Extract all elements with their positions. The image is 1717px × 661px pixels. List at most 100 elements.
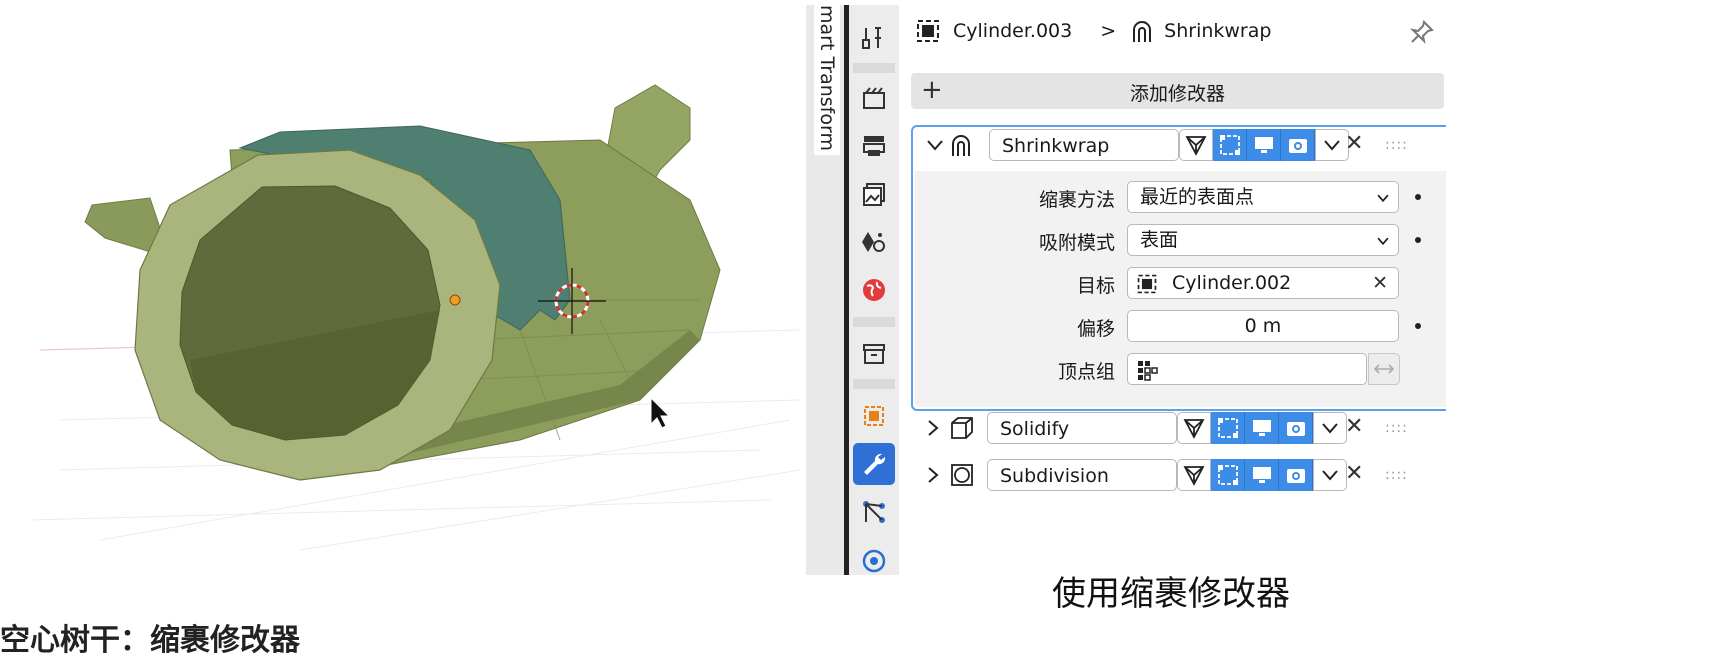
tab-separator (853, 379, 895, 389)
shrinkwrap-icon (952, 135, 970, 156)
object-origin (449, 294, 461, 306)
mesh-object-icon (917, 20, 939, 42)
chevron-down-icon (1377, 237, 1389, 246)
render-toggle[interactable] (1281, 129, 1315, 161)
edit-mode-toggle[interactable] (1211, 459, 1245, 491)
keyframe-dot[interactable] (1415, 237, 1421, 243)
add-modifier-button[interactable]: + 添加修改器 (911, 73, 1444, 109)
edit-mode-cage-toggle[interactable] (1177, 412, 1211, 444)
drag-handle-icon[interactable]: :::: (1385, 420, 1408, 436)
snap-mode-select[interactable]: 表面 (1127, 224, 1399, 256)
close-icon[interactable]: ✕ (1345, 414, 1363, 439)
keyframe-dot[interactable] (1415, 194, 1421, 200)
solidify-modifier-header: Solidify ✕ :::: (911, 410, 1444, 446)
chevron-down-icon (1322, 470, 1338, 481)
modifier-name-field[interactable]: Subdivision (987, 459, 1177, 491)
viewport-toggle[interactable] (1245, 412, 1279, 444)
render-toggle[interactable] (1279, 459, 1313, 491)
viewport-caption: 空心树干：缩裹修改器 (0, 623, 300, 658)
tab-scene[interactable] (853, 221, 895, 263)
tab-tool[interactable] (853, 17, 895, 59)
offset-label: 偏移 (1076, 318, 1115, 340)
subdivision-modifier-header: Subdivision ✕ :::: (911, 457, 1444, 493)
target-field[interactable]: Cylinder.002 ✕ (1127, 267, 1399, 299)
properties-editor: Cylinder.003 > Shrinkwrap + 添加修改器 Shrink… (899, 5, 1446, 575)
edit-mode-icon (1217, 465, 1238, 485)
viewport-scene (29, 84, 801, 551)
chevron-right-icon[interactable] (923, 465, 943, 485)
render-icon (863, 87, 885, 109)
modifier-wrench-icon (864, 453, 886, 475)
monitor-icon (1254, 137, 1273, 153)
viewport-toggle[interactable] (1245, 459, 1279, 491)
chevron-down-icon[interactable] (925, 135, 945, 155)
camera-icon (1286, 469, 1305, 483)
tab-separator (853, 317, 895, 327)
view-layer-icon (863, 183, 885, 206)
mesh-object-icon (1137, 274, 1157, 294)
tab-world[interactable] (853, 269, 895, 311)
render-toggle[interactable] (1279, 412, 1313, 444)
sidebar-n-panel: mart Transform (806, 5, 844, 575)
vertex-group-field[interactable] (1127, 353, 1367, 385)
tab-output[interactable] (853, 125, 895, 167)
tab-physics[interactable] (853, 539, 895, 581)
pin-icon[interactable] (1409, 19, 1435, 45)
edit-mode-cage-toggle[interactable] (1177, 459, 1211, 491)
modifier-name-field[interactable]: Solidify (987, 412, 1177, 444)
modifier-toggles (1177, 459, 1347, 491)
chevron-right-icon[interactable] (923, 418, 943, 438)
add-modifier-label: 添加修改器 (1129, 83, 1225, 105)
shrinkwrap-settings: 缩裹方法 最近的表面点 吸附模式 表面 目标 Cylinder.002 ✕ 偏移 (915, 171, 1446, 407)
mouse-pointer-icon (650, 396, 671, 429)
offset-value: 0 m (1244, 315, 1282, 337)
panel-caption: 使用缩裹修改器 (1052, 574, 1290, 614)
viewport-toggle[interactable] (1247, 129, 1281, 161)
vertex-triangle-icon (1185, 136, 1207, 156)
modifier-menu-dropdown[interactable] (1313, 459, 1347, 491)
edit-mode-icon (1217, 418, 1238, 438)
solidify-icon (951, 417, 973, 439)
snap-mode-label: 吸附模式 (1038, 232, 1115, 254)
tab-view-layer[interactable] (853, 173, 895, 215)
tool-icon (862, 27, 881, 49)
clear-icon[interactable]: ✕ (1372, 268, 1388, 298)
wrap-method-value: 最近的表面点 (1140, 186, 1255, 208)
close-icon[interactable]: ✕ (1345, 461, 1363, 486)
3d-viewport[interactable] (0, 0, 805, 560)
chevron-down-icon (1377, 194, 1389, 203)
edit-mode-toggle[interactable] (1213, 129, 1247, 161)
drag-handle-icon[interactable]: :::: (1385, 137, 1408, 153)
modifier-menu-dropdown[interactable] (1313, 412, 1347, 444)
tab-particles[interactable] (853, 491, 895, 533)
offset-field[interactable]: 0 m (1127, 310, 1399, 342)
tab-collection[interactable] (853, 333, 895, 375)
tab-render[interactable] (853, 77, 895, 119)
close-icon[interactable]: ✕ (1345, 131, 1363, 156)
invert-toggle[interactable] (1368, 353, 1400, 385)
tab-modifiers[interactable] (853, 443, 895, 485)
modifier-header: Shrinkwrap ✕ :::: (913, 129, 1444, 165)
output-icon (863, 136, 885, 156)
breadcrumb-object: Cylinder.003 (953, 20, 1073, 42)
invert-arrows-icon (1373, 364, 1395, 374)
keyframe-dot[interactable] (1415, 323, 1421, 329)
monitor-icon (1252, 467, 1271, 483)
vertex-group-label: 顶点组 (1057, 361, 1115, 383)
tab-object[interactable] (853, 395, 895, 437)
vertex-group-icon (1138, 361, 1158, 381)
edit-mode-cage-toggle[interactable] (1179, 129, 1213, 161)
modifier-name-field[interactable]: Shrinkwrap (989, 129, 1179, 161)
edit-mode-toggle[interactable] (1211, 412, 1245, 444)
modifier-menu-dropdown[interactable] (1315, 129, 1349, 161)
drag-handle-icon[interactable]: :::: (1385, 467, 1408, 483)
tab-smart-transform[interactable]: mart Transform (814, 5, 840, 155)
wrap-method-select[interactable]: 最近的表面点 (1127, 181, 1399, 213)
tab-smart-transform-label: mart Transform (816, 5, 838, 151)
monitor-icon (1252, 420, 1271, 436)
chevron-down-icon (1324, 140, 1340, 151)
shrinkwrap-modifier-panel: Shrinkwrap ✕ :::: 缩裹方法 最近的表面点 吸附模式 表面 目标… (911, 125, 1446, 411)
collection-icon (863, 344, 885, 364)
camera-icon (1286, 422, 1305, 436)
wrap-method-label: 缩裹方法 (1038, 189, 1115, 211)
